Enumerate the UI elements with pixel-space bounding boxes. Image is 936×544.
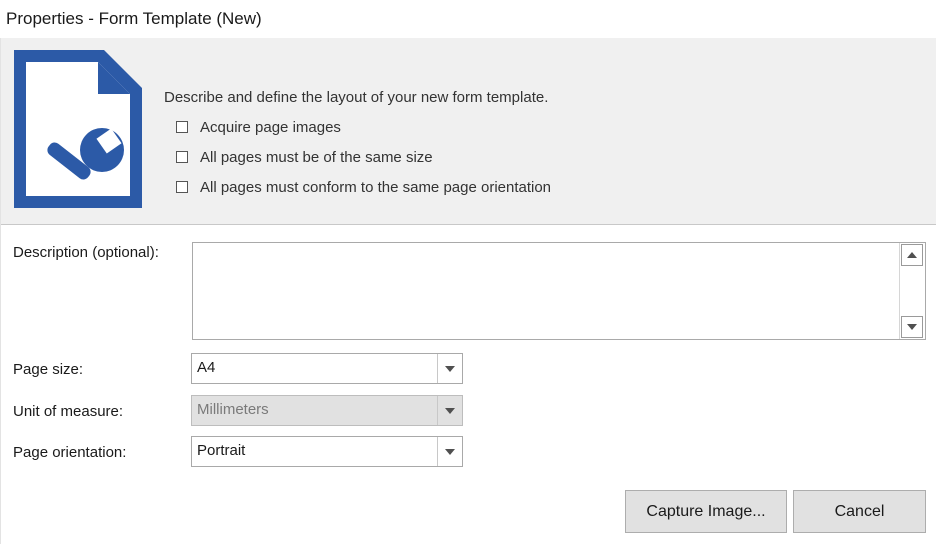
- page-size-label: Page size:: [13, 361, 84, 378]
- document-wrench-icon: [14, 50, 142, 208]
- chevron-down-icon: [445, 448, 455, 455]
- requirement-item: Acquire page images: [176, 117, 341, 137]
- scroll-down-button[interactable]: [901, 316, 923, 338]
- page-size-value: A4: [197, 359, 216, 376]
- chevron-down-icon: [445, 365, 455, 372]
- unit-of-measure-label: Unit of measure:: [13, 403, 124, 420]
- bullet-square-icon: [176, 151, 188, 163]
- dropdown-button[interactable]: [437, 437, 462, 466]
- requirement-label: All pages must conform to the same page …: [200, 178, 552, 196]
- capture-image-button[interactable]: Capture Image...: [625, 490, 787, 533]
- requirement-label: All pages must be of the same size: [200, 148, 433, 166]
- requirement-item: All pages must conform to the same page …: [176, 177, 551, 197]
- chevron-down-icon: [445, 407, 455, 414]
- dialog-header: Describe and define the layout of your n…: [1, 38, 936, 225]
- bullet-square-icon: [176, 181, 188, 193]
- page-size-select[interactable]: A4: [191, 353, 463, 384]
- arrow-down-icon: [907, 324, 917, 330]
- title-bar: Properties - Form Template (New): [0, 0, 936, 38]
- unit-of-measure-value: Millimeters: [197, 401, 269, 418]
- bullet-square-icon: [176, 121, 188, 133]
- description-label: Description (optional):: [13, 244, 159, 261]
- properties-dialog: Describe and define the layout of your n…: [0, 38, 936, 544]
- description-scrollbar[interactable]: [899, 243, 925, 339]
- cancel-button[interactable]: Cancel: [793, 490, 926, 533]
- requirement-item: All pages must be of the same size: [176, 147, 433, 167]
- dropdown-button: [437, 396, 462, 425]
- window-title: Properties - Form Template (New): [6, 9, 262, 28]
- dropdown-button[interactable]: [437, 354, 462, 383]
- page-orientation-value: Portrait: [197, 442, 246, 459]
- arrow-up-icon: [907, 252, 917, 258]
- unit-of-measure-select: Millimeters: [191, 395, 463, 426]
- page-orientation-select[interactable]: Portrait: [191, 436, 463, 467]
- requirement-label: Acquire page images: [200, 118, 341, 136]
- header-description: Describe and define the layout of your n…: [164, 89, 549, 106]
- page-orientation-label: Page orientation:: [13, 444, 127, 461]
- description-field[interactable]: [192, 242, 926, 340]
- scroll-up-button[interactable]: [901, 244, 923, 266]
